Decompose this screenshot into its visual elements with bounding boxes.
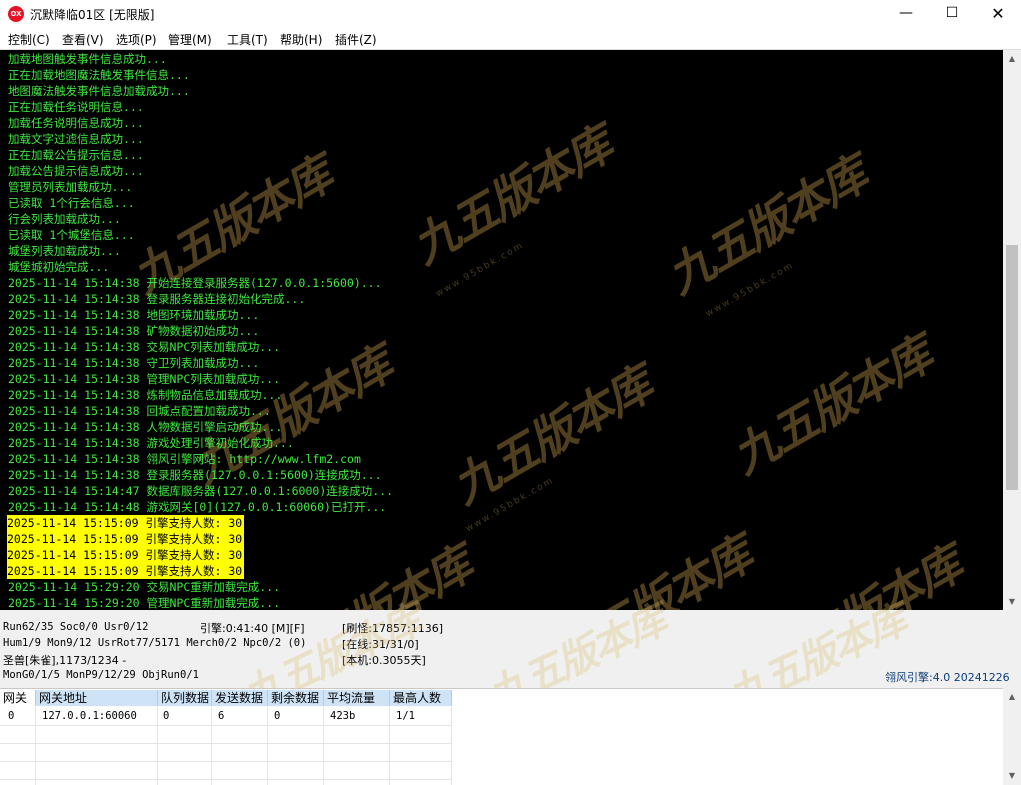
console-line: 2025-11-14 15:14:38 管理NPC列表加载成功... <box>8 372 281 386</box>
cell-queue: 0 <box>163 710 170 722</box>
status-mon: MonG0/1/5 MonP9/12/29 ObjRun0/1 <box>3 669 199 681</box>
console-line: 城堡列表加载成功... <box>8 244 121 258</box>
grid-line <box>0 725 452 726</box>
console-line: 2025-11-14 15:15:09 引擎支持人数: 30 <box>7 563 245 579</box>
console-line: 已读取 1个城堡信息... <box>8 228 135 242</box>
grid-line <box>0 743 452 744</box>
cell-sent: 6 <box>218 710 225 722</box>
console-line: 已读取 1个行会信息... <box>8 196 135 210</box>
console-line: 行会列表加载成功... <box>8 212 121 226</box>
col-header-queue[interactable]: 队列数据 <box>158 690 212 706</box>
cell-address: 127.0.0.1:60060 <box>42 710 137 722</box>
col-header-gateway[interactable]: 网关 <box>0 690 36 706</box>
scroll-down-icon[interactable]: ▼ <box>1003 593 1021 610</box>
watermark: 九五版本库 <box>258 529 482 610</box>
minimize-icon[interactable]: — <box>883 0 929 27</box>
console-line: 正在加载公告提示信息... <box>8 148 144 162</box>
console-line: 2025-11-14 15:14:38 交易NPC列表加载成功... <box>8 340 281 354</box>
console-line: 加载任务说明信息成功... <box>8 116 144 130</box>
console-line: 2025-11-14 15:15:09 引擎支持人数: 30 <box>7 531 245 547</box>
console-line: 2025-11-14 15:14:48 游戏网关[0](127.0.0.1:60… <box>8 500 387 514</box>
console-line: 2025-11-14 15:14:38 游戏处理引擎初始化成功... <box>8 436 294 450</box>
maximize-icon[interactable]: ☐ <box>929 0 975 27</box>
console-line: 正在加载地图魔法触发事件信息... <box>8 68 190 82</box>
scroll-thumb[interactable] <box>1006 245 1018 490</box>
console-line: 城堡城初始完成... <box>8 260 110 274</box>
menu-tools[interactable]: 工具(T) <box>227 31 268 48</box>
console-line: 2025-11-14 15:14:38 人物数据引擎启动成功... <box>8 420 283 434</box>
grid-line <box>35 707 36 785</box>
console-line: 2025-11-14 15:14:38 开始连接登录服务器(127.0.0.1:… <box>8 276 382 290</box>
console-line: 加载文字过滤信息成功... <box>8 132 144 146</box>
scroll-up-icon[interactable]: ▲ <box>1003 50 1021 67</box>
grid-line <box>267 707 268 785</box>
console-line: 2025-11-14 15:14:38 炼制物品信息加载成功... <box>8 388 283 402</box>
cell-remaining: 0 <box>274 710 281 722</box>
grid-line <box>451 707 452 785</box>
menu-options[interactable]: 选项(P) <box>116 31 157 48</box>
menu-bar: 控制(C) 查看(V) 选项(P) 管理(M) 工具(T) 帮助(H) 插件(Z… <box>0 27 1021 50</box>
grid-line <box>389 707 390 785</box>
watermark: 九五版本库 <box>748 529 972 610</box>
console-line: 2025-11-14 15:14:47 数据库服务器(127.0.0.1:600… <box>8 484 394 498</box>
menu-view[interactable]: 查看(V) <box>62 31 104 48</box>
col-header-max-users[interactable]: 最高人数 <box>390 690 452 706</box>
cell-avg-traffic: 423b <box>330 710 356 722</box>
console-line: 2025-11-14 15:14:38 登录服务器(127.0.0.1:5600… <box>8 468 382 482</box>
console-line: 加载地图触发事件信息成功... <box>8 52 167 66</box>
grid-line <box>0 779 452 780</box>
watermark: 九五版本库 <box>722 327 941 484</box>
menu-help[interactable]: 帮助(H) <box>280 31 322 48</box>
console-line: 2025-11-14 15:15:09 引擎支持人数: 30 <box>7 547 245 563</box>
scroll-down-icon[interactable]: ▼ <box>1003 767 1021 784</box>
title-bar: OX 沉默降临01区 [无限版] — ☐ ✕ <box>0 0 1021 27</box>
console-line: 2025-11-14 15:14:38 矿物数据初始成功... <box>8 324 260 338</box>
col-header-avg-traffic[interactable]: 平均流量 <box>324 690 390 706</box>
console-line: 加载公告提示信息成功... <box>8 164 144 178</box>
console-scrollbar[interactable]: ▲ ▼ <box>1003 50 1021 610</box>
console-log[interactable]: 九五版本库 九五版本库 九五版本库 九五版本库 九五版本库 九五版本库 九五版本… <box>0 50 1003 610</box>
status-panel: Run62/35 Soc0/0 Usr0/12 引擎:0:41:40 [M][F… <box>0 597 1021 720</box>
menu-manage[interactable]: 管理(M) <box>168 31 212 48</box>
gateway-table[interactable]: 网关 网关地址 队列数据 发送数据 剩余数据 平均流量 最高人数 0 127.0… <box>0 688 1003 785</box>
status-engine-time: 引擎:0:41:40 [M][F] <box>200 622 305 635</box>
col-header-remaining[interactable]: 剩余数据 <box>268 690 324 706</box>
engine-version: 翎风引擎:4.0 20241226 <box>885 671 1010 684</box>
scroll-up-icon[interactable]: ▲ <box>1003 688 1021 705</box>
grid-line <box>157 707 158 785</box>
menu-plugins[interactable]: 插件(Z) <box>335 31 377 48</box>
cell-max-users: 1/1 <box>396 710 415 722</box>
console-line: 地图魔法触发事件信息加载成功... <box>8 84 190 98</box>
col-header-sent[interactable]: 发送数据 <box>212 690 268 706</box>
console-line: 2025-11-14 15:14:38 守卫列表加载成功... <box>8 356 260 370</box>
cell-gateway: 0 <box>8 710 15 722</box>
status-hum: Hum1/9 Mon9/12 UsrRot77/5171 Merch0/2 Np… <box>3 637 307 649</box>
table-scrollbar[interactable]: ▲ ▼ <box>1003 688 1021 784</box>
col-header-address[interactable]: 网关地址 <box>36 690 158 706</box>
window-title: 沉默降临01区 [无限版] <box>30 8 155 22</box>
console-line: 2025-11-14 15:29:20 交易NPC重新加载完成... <box>8 580 281 594</box>
console-line: 2025-11-14 15:14:38 地图环境加载成功... <box>8 308 260 322</box>
grid-line <box>211 707 212 785</box>
grid-line <box>0 761 452 762</box>
status-monster: 圣兽[朱雀],1173/1234 - <box>3 654 127 667</box>
console-line: 管理员列表加载成功... <box>8 180 133 194</box>
grid-line <box>323 707 324 785</box>
console-line: 2025-11-14 15:14:38 翎风引擎网站: http://www.l… <box>8 452 361 466</box>
console-line: 2025-11-14 15:14:38 登录服务器连接初始化完成... <box>8 292 306 306</box>
console-line: 2025-11-14 15:29:20 管理NPC重新加载完成... <box>8 596 281 610</box>
menu-control[interactable]: 控制(C) <box>8 31 50 48</box>
console-line: 2025-11-14 15:14:38 回城点配置加载成功... <box>8 404 271 418</box>
console-line: 2025-11-14 15:15:09 引擎支持人数: 30 <box>7 515 245 531</box>
status-run: Run62/35 Soc0/0 Usr0/12 <box>3 621 149 633</box>
console-line: 正在加载任务说明信息... <box>8 100 144 114</box>
close-icon[interactable]: ✕ <box>975 0 1021 27</box>
watermark: 九五版本库 <box>442 357 661 514</box>
app-icon: OX <box>8 6 24 22</box>
